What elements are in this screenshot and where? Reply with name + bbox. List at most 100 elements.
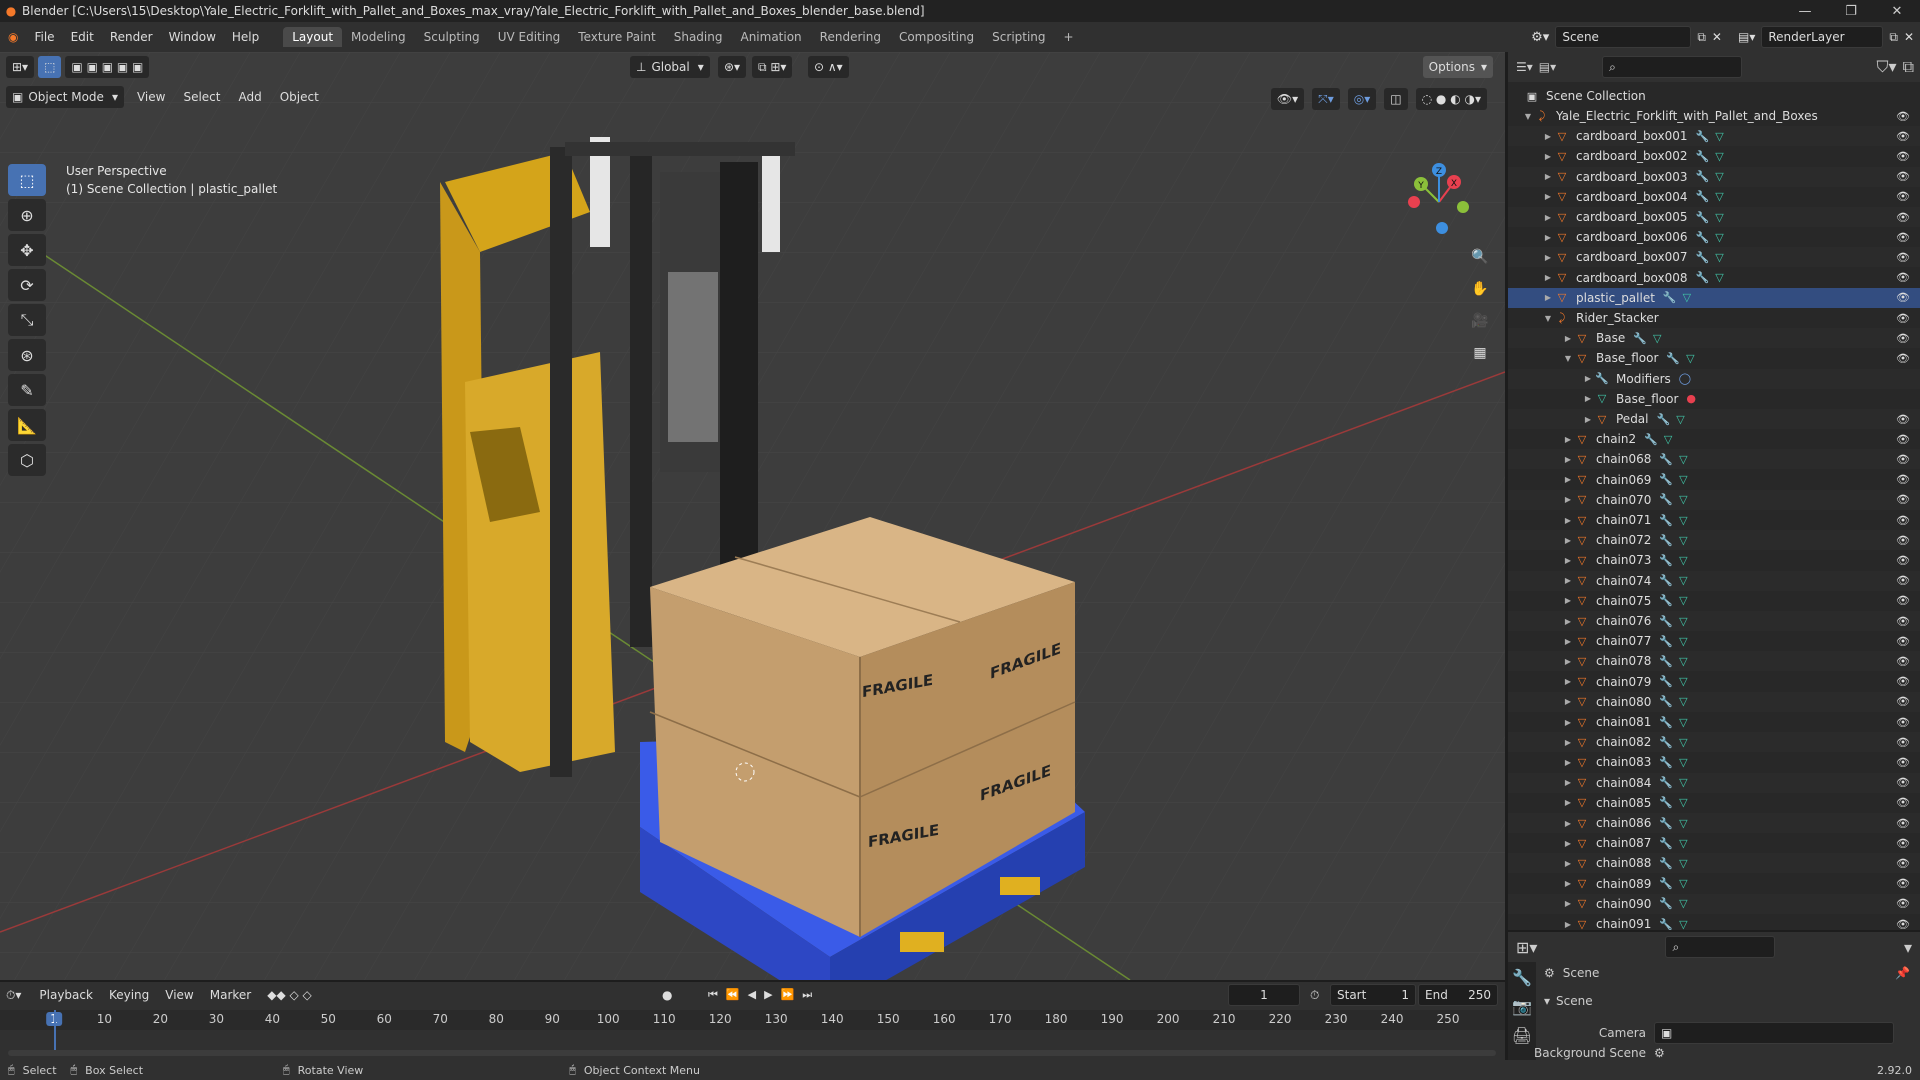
jump-start-icon[interactable]: ⏮ bbox=[708, 988, 718, 1002]
modifier-wrench-icon[interactable]: 🔧 bbox=[1659, 716, 1673, 729]
expand-toggle-icon[interactable]: ▶ bbox=[1562, 718, 1574, 727]
new-renderlayer-icon[interactable]: ⧉ bbox=[1889, 30, 1898, 45]
overlays-toggle-icon[interactable]: ◎▾ bbox=[1347, 88, 1377, 110]
visibility-eye-icon[interactable]: 👁 bbox=[1896, 514, 1910, 527]
tool-tab-icon[interactable]: 🔧 bbox=[1508, 968, 1536, 987]
expand-toggle-icon[interactable]: ▶ bbox=[1562, 839, 1574, 848]
expand-toggle-icon[interactable]: ▶ bbox=[1562, 475, 1574, 484]
mesh-data-icon[interactable]: ▽ bbox=[1715, 231, 1723, 244]
play-reverse-icon[interactable]: ◀ bbox=[748, 988, 756, 1002]
expand-toggle-icon[interactable]: ▼ bbox=[1542, 314, 1554, 323]
expand-toggle-icon[interactable]: ▶ bbox=[1562, 637, 1574, 646]
navigation-gizmo[interactable]: X Y Z bbox=[1399, 162, 1479, 242]
visibility-eye-icon[interactable]: 👁 bbox=[1896, 736, 1910, 749]
modifier-wrench-icon[interactable]: 🔧 bbox=[1659, 473, 1673, 486]
timeline-editor-type-icon[interactable]: ⏱▾ bbox=[6, 988, 21, 1003]
expand-toggle-icon[interactable]: ▶ bbox=[1562, 455, 1574, 464]
material-icon[interactable]: ● bbox=[1686, 392, 1696, 405]
outliner-row-chain069[interactable]: ▶ ▽ chain069 🔧 ▽ 👁 bbox=[1508, 470, 1920, 490]
visibility-eye-icon[interactable]: 👁 bbox=[1896, 675, 1910, 688]
expand-toggle-icon[interactable]: ▼ bbox=[1562, 354, 1574, 363]
timeline-menu-view[interactable]: View bbox=[157, 988, 201, 1002]
outliner-row-chain090[interactable]: ▶ ▽ chain090 🔧 ▽ 👁 bbox=[1508, 893, 1920, 914]
outliner-row-chain082[interactable]: ▶ ▽ chain082 🔧 ▽ 👁 bbox=[1508, 732, 1920, 753]
modifier-wrench-icon[interactable]: 🔧 bbox=[1696, 211, 1710, 224]
mesh-data-icon[interactable]: ▽ bbox=[1686, 352, 1694, 365]
play-icon[interactable]: ▶ bbox=[764, 988, 772, 1002]
pin-icon[interactable]: 📌 bbox=[1895, 966, 1910, 980]
keyframe-icons[interactable]: ◆◆ ◇ ◇ bbox=[267, 988, 312, 1002]
outliner-row-yale-electric-forklift-with-pallet-and-boxes[interactable]: ▼ ⤸ Yale_Electric_Forklift_with_Pallet_and… bbox=[1508, 106, 1920, 126]
proportional-edit-toggle[interactable]: ⊙ ∧▾ bbox=[808, 56, 849, 78]
expand-toggle-icon[interactable]: ▶ bbox=[1562, 536, 1574, 545]
visibility-eye-icon[interactable]: 👁 bbox=[1896, 756, 1910, 769]
select-mode-icon[interactable]: ⬚ bbox=[38, 56, 62, 78]
modifier-wrench-icon[interactable]: 🔧 bbox=[1659, 635, 1673, 648]
tab-modeling[interactable]: Modeling bbox=[342, 27, 415, 47]
visibility-eye-icon[interactable]: 👁 bbox=[1896, 594, 1910, 607]
mesh-data-icon[interactable]: ▽ bbox=[1679, 716, 1687, 729]
expand-toggle-icon[interactable]: ▶ bbox=[1582, 394, 1594, 403]
expand-toggle-icon[interactable]: ▶ bbox=[1542, 152, 1554, 161]
outliner-row-modifiers[interactable]: ▶ 🔧 Modifiers ◯ bbox=[1508, 368, 1920, 389]
annotate-tool-icon[interactable]: ✎ bbox=[8, 374, 46, 406]
camera-view-icon[interactable]: 🎥 bbox=[1466, 308, 1494, 334]
visibility-eye-icon[interactable]: 👁 bbox=[1896, 877, 1910, 890]
editor-type-icon[interactable]: ⊞▾ bbox=[6, 56, 35, 78]
visibility-eye-icon[interactable]: 👁 bbox=[1896, 332, 1910, 345]
object-mode-dropdown[interactable]: ▣ Object Mode ▾ bbox=[6, 86, 124, 108]
options-dropdown[interactable]: Options ▾ bbox=[1422, 56, 1493, 78]
outliner-row-chain085[interactable]: ▶ ▽ chain085 🔧 ▽ 👁 bbox=[1508, 793, 1920, 813]
new-scene-icon[interactable]: ⧉ bbox=[1697, 30, 1706, 45]
outliner-row-cardboard-box006[interactable]: ▶ ▽ cardboard_box006 🔧 ▽ 👁 bbox=[1508, 227, 1920, 247]
transform-orientation-dropdown[interactable]: ⊥ Global ▾ bbox=[630, 56, 710, 78]
visibility-eye-icon[interactable]: 👁 bbox=[1896, 453, 1910, 466]
outliner-row-cardboard-box002[interactable]: ▶ ▽ cardboard_box002 🔧 ▽ 👁 bbox=[1508, 146, 1920, 166]
timeline-menu-keying[interactable]: Keying bbox=[101, 988, 157, 1002]
modifier-wrench-icon[interactable]: 🔧 bbox=[1659, 675, 1673, 688]
visibility-eye-icon[interactable]: 👁 bbox=[1896, 837, 1910, 850]
tab-layout[interactable]: Layout bbox=[283, 27, 343, 47]
zoom-icon[interactable]: 🔍 bbox=[1466, 244, 1494, 270]
visibility-eye-icon[interactable]: 👁 bbox=[1896, 170, 1910, 183]
visibility-eye-icon[interactable]: 👁 bbox=[1896, 271, 1910, 284]
xray-toggle-icon[interactable]: ◫ bbox=[1384, 88, 1408, 110]
expand-toggle-icon[interactable]: ▶ bbox=[1562, 677, 1574, 686]
mesh-data-icon[interactable]: ▽ bbox=[1715, 211, 1723, 224]
expand-toggle-icon[interactable]: ▶ bbox=[1562, 657, 1574, 666]
modifier-wrench-icon[interactable]: 🔧 bbox=[1659, 736, 1673, 749]
outliner-search-input[interactable]: ⌕ bbox=[1602, 56, 1743, 78]
gizmo-toggle-icon[interactable]: ⤧▾ bbox=[1312, 88, 1340, 110]
properties-search-input[interactable]: ⌕ bbox=[1665, 936, 1776, 958]
visibility-eye-icon[interactable]: 👁 bbox=[1896, 493, 1910, 506]
tab-texture-paint[interactable]: Texture Paint bbox=[569, 27, 664, 47]
expand-toggle-icon[interactable]: ▶ bbox=[1562, 596, 1574, 605]
select-box-tool-icon[interactable]: ⬚ bbox=[8, 164, 46, 196]
expand-toggle-icon[interactable]: ▶ bbox=[1562, 617, 1574, 626]
tab-animation[interactable]: Animation bbox=[731, 27, 810, 47]
mesh-data-icon[interactable]: ▽ bbox=[1653, 332, 1661, 345]
scale-tool-icon[interactable]: ⤡ bbox=[8, 304, 46, 336]
mesh-data-icon[interactable]: ▽ bbox=[1715, 251, 1723, 264]
outliner-row-base-floor[interactable]: ▼ ▽ Base_floor 🔧 ▽ 👁 bbox=[1508, 348, 1920, 368]
outliner-row-chain071[interactable]: ▶ ▽ chain071 🔧 ▽ 👁 bbox=[1508, 510, 1920, 530]
tab-uv-editing[interactable]: UV Editing bbox=[489, 27, 570, 47]
menu-render[interactable]: Render bbox=[102, 22, 161, 52]
expand-toggle-icon[interactable]: ▶ bbox=[1562, 697, 1574, 706]
outliner-row-cardboard-box007[interactable]: ▶ ▽ cardboard_box007 🔧 ▽ 👁 bbox=[1508, 247, 1920, 268]
modifier-wrench-icon[interactable]: 🔧 bbox=[1644, 433, 1658, 446]
modifier-wrench-icon[interactable]: 🔧 bbox=[1659, 514, 1673, 527]
mesh-data-icon[interactable]: ▽ bbox=[1679, 655, 1687, 668]
mesh-data-icon[interactable]: ▽ bbox=[1679, 453, 1687, 466]
visibility-eye-icon[interactable]: 👁 bbox=[1896, 312, 1910, 325]
renderlayer-type-icon[interactable]: ▤▾ bbox=[1738, 30, 1755, 44]
background-scene-icon[interactable]: ⚙ bbox=[1654, 1046, 1665, 1060]
outliner-row-chain089[interactable]: ▶ ▽ chain089 🔧 ▽ 👁 bbox=[1508, 874, 1920, 894]
outliner-row-chain076[interactable]: ▶ ▽ chain076 🔧 ▽ 👁 bbox=[1508, 611, 1920, 631]
remove-renderlayer-icon[interactable]: ✕ bbox=[1904, 30, 1914, 44]
mesh-data-icon[interactable]: ▽ bbox=[1679, 514, 1687, 527]
visibility-eye-icon[interactable]: 👁 bbox=[1896, 574, 1910, 587]
menu-file[interactable]: File bbox=[26, 22, 62, 52]
timeline-menu-playback[interactable]: Playback bbox=[31, 988, 101, 1002]
expand-toggle-icon[interactable]: ▶ bbox=[1562, 556, 1574, 565]
